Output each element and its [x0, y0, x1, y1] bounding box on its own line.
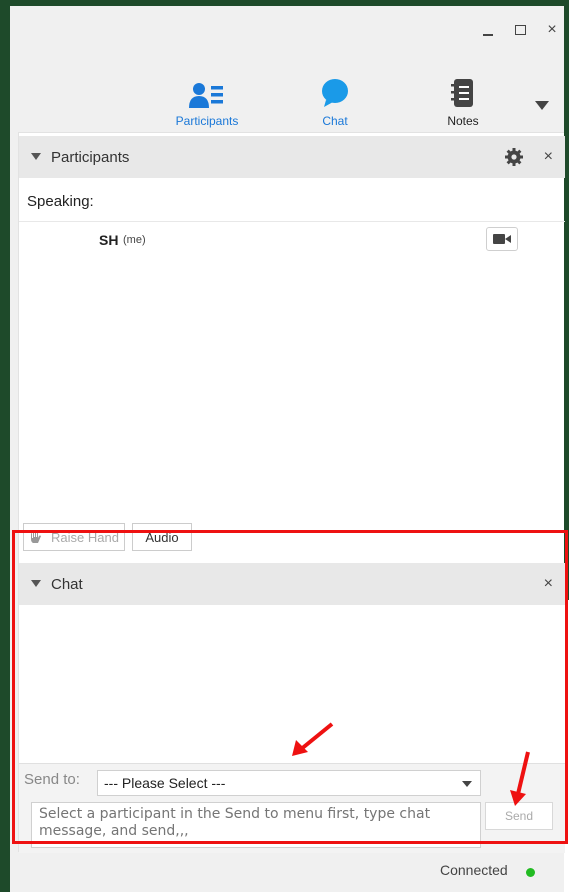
- connection-status-text: Connected: [440, 862, 508, 878]
- chevron-down-icon: [535, 101, 549, 110]
- send-button[interactable]: Send: [485, 802, 553, 830]
- participant-row[interactable]: SH (me): [19, 223, 565, 257]
- side-panel: Participants × Speaking: SH (me) Raise H…: [18, 132, 565, 853]
- tab-participants[interactable]: Participants: [162, 76, 252, 132]
- tab-chat[interactable]: Chat: [290, 76, 380, 132]
- participants-close-button[interactable]: ×: [544, 148, 553, 166]
- chat-panel-header: Chat ×: [19, 563, 565, 605]
- chat-bubble-icon: [320, 76, 350, 108]
- window-frame-left: [0, 0, 10, 892]
- gear-icon[interactable]: [505, 148, 523, 171]
- chat-message-input[interactable]: [31, 802, 481, 848]
- audio-label: Audio: [145, 529, 179, 545]
- participants-panel-header: Participants ×: [19, 136, 565, 178]
- chat-panel-title: Chat: [51, 575, 83, 593]
- hand-icon: [31, 530, 42, 543]
- maximize-icon: [514, 25, 526, 35]
- chat-message-log[interactable]: [19, 605, 565, 763]
- participant-name: SH: [99, 232, 119, 248]
- chat-close-button[interactable]: ×: [544, 575, 553, 593]
- participants-collapse-icon[interactable]: [31, 153, 41, 160]
- chat-compose-area: Send to: --- Please Select --- Send: [19, 763, 565, 853]
- send-to-selected-value: --- Please Select ---: [104, 775, 226, 791]
- send-button-label: Send: [504, 809, 534, 823]
- send-to-label: Send to:: [24, 772, 80, 788]
- main-window: × Participants Chat Notes Participants ×…: [10, 6, 565, 892]
- maximize-button[interactable]: [510, 20, 530, 40]
- raise-hand-label: Raise Hand: [51, 529, 119, 545]
- minimize-icon: [483, 34, 493, 36]
- divider: [19, 221, 565, 222]
- audio-button[interactable]: Audio: [132, 523, 192, 551]
- app-window: × Participants Chat Notes Participants ×…: [0, 0, 569, 892]
- participant-me-tag: (me): [123, 234, 146, 246]
- close-icon: ×: [547, 21, 557, 38]
- raise-hand-button[interactable]: Raise Hand: [23, 523, 125, 551]
- tab-chat-label: Chat: [322, 114, 348, 128]
- close-window-button[interactable]: ×: [542, 20, 562, 40]
- send-to-select[interactable]: --- Please Select ---: [97, 770, 481, 796]
- camera-icon: [493, 234, 511, 244]
- speaking-label: Speaking:: [27, 193, 94, 210]
- window-frame-right: [564, 0, 569, 600]
- participants-panel-title: Participants: [51, 148, 130, 166]
- more-menu-button[interactable]: [535, 98, 549, 112]
- tab-notes-label: Notes: [447, 114, 479, 128]
- minimize-button[interactable]: [478, 20, 498, 40]
- participants-icon: [189, 76, 225, 108]
- notebook-icon: [451, 76, 475, 108]
- dropdown-caret-icon: [462, 781, 472, 787]
- tab-participants-label: Participants: [175, 114, 239, 128]
- tab-notes[interactable]: Notes: [418, 76, 508, 132]
- video-button[interactable]: [486, 227, 518, 251]
- connection-status-indicator: [526, 868, 535, 877]
- chat-collapse-icon[interactable]: [31, 580, 41, 587]
